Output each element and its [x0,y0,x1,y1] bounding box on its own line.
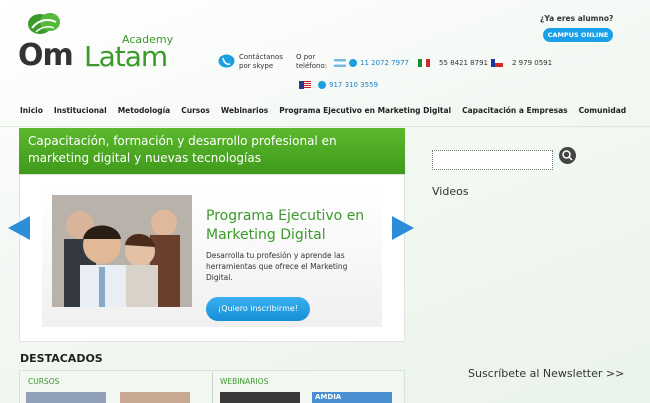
logo-om-text: Om [18,38,74,73]
omlatam-logo[interactable]: Om Latam Academy [18,8,178,74]
logo-academy-text: Academy [122,33,174,46]
phone-argentina[interactable]: 11 2072 7977 [334,59,409,67]
phone-chile[interactable]: 2 979 0591 [491,59,552,67]
course-thumb-1[interactable] [26,392,106,403]
featured-courses-label[interactable]: CURSOS [28,377,59,386]
nav-item-institucional[interactable]: Institucional [54,106,107,120]
chile-flag-icon [491,59,503,67]
slider-container: Programa Ejecutivo en Marketing Digital … [19,174,405,342]
site-header: Om Latam Academy Contáctanos por skype O… [0,0,650,98]
nav-item-inicio[interactable]: Inicio [20,106,43,120]
program-description: Desarrolla tu profesión y aprende las he… [206,251,348,282]
nav-item-metodologia[interactable]: Metodología [118,106,171,120]
hero-banner: Capacitación, formación y desarrollo pro… [19,128,405,174]
main-nav: Inicio Institucional Metodología Cursos … [20,106,626,120]
skype-icon [318,81,326,89]
leaf-logo-icon [28,13,60,34]
webinar-thumb-1[interactable] [220,392,300,403]
webinar-thumb-amdia[interactable]: AMDIA [312,392,392,403]
nav-item-capacitacion-empresas[interactable]: Capacitación a Empresas [462,106,568,120]
newsletter-link[interactable]: Suscríbete al Newsletter >> [468,367,624,380]
students-photo [52,195,192,307]
videos-heading: Videos [432,185,469,198]
slider-prev-arrow-icon[interactable] [8,216,30,240]
usa-flag-icon [299,81,311,89]
mexico-flag-icon [418,59,430,67]
program-title[interactable]: Programa Ejecutivo en Marketing Digital [206,207,386,245]
slide: Programa Ejecutivo en Marketing Digital … [42,189,382,327]
nav-item-comunidad[interactable]: Comunidad [579,106,627,120]
course-thumb-2[interactable] [120,392,190,403]
slider-next-arrow-icon[interactable] [392,216,414,240]
phone-contact-label: O por teléfono: [296,53,328,70]
search-button[interactable] [559,147,576,164]
phone-usa[interactable]: 917 310 3559 [299,81,378,89]
nav-item-programa-ejecutivo[interactable]: Programa Ejecutivo en Marketing Digital [279,106,451,120]
phone-mexico[interactable]: 55 8421 8791 [418,59,488,67]
search-icon [562,150,573,161]
phone-icon [218,54,235,68]
featured-heading: DESTACADOS [20,352,103,365]
nav-item-cursos[interactable]: Cursos [181,106,210,120]
student-question: ¿Ya eres alumno? [540,14,614,23]
nav-divider [0,126,650,127]
skype-contact-label[interactable]: Contáctanos por skype [239,53,287,71]
featured-divider [212,372,213,403]
campus-online-button[interactable]: CAMPUS ONLINE [543,28,613,42]
argentina-flag-icon [334,59,346,67]
skype-icon [349,59,357,67]
featured-webinars-label[interactable]: WEBINARIOS [220,377,268,386]
enroll-button[interactable]: ¡Quiero inscribirme! [206,297,310,321]
students-image [52,195,192,307]
nav-item-webinarios[interactable]: Webinarios [221,106,268,120]
search-input[interactable] [432,150,553,170]
